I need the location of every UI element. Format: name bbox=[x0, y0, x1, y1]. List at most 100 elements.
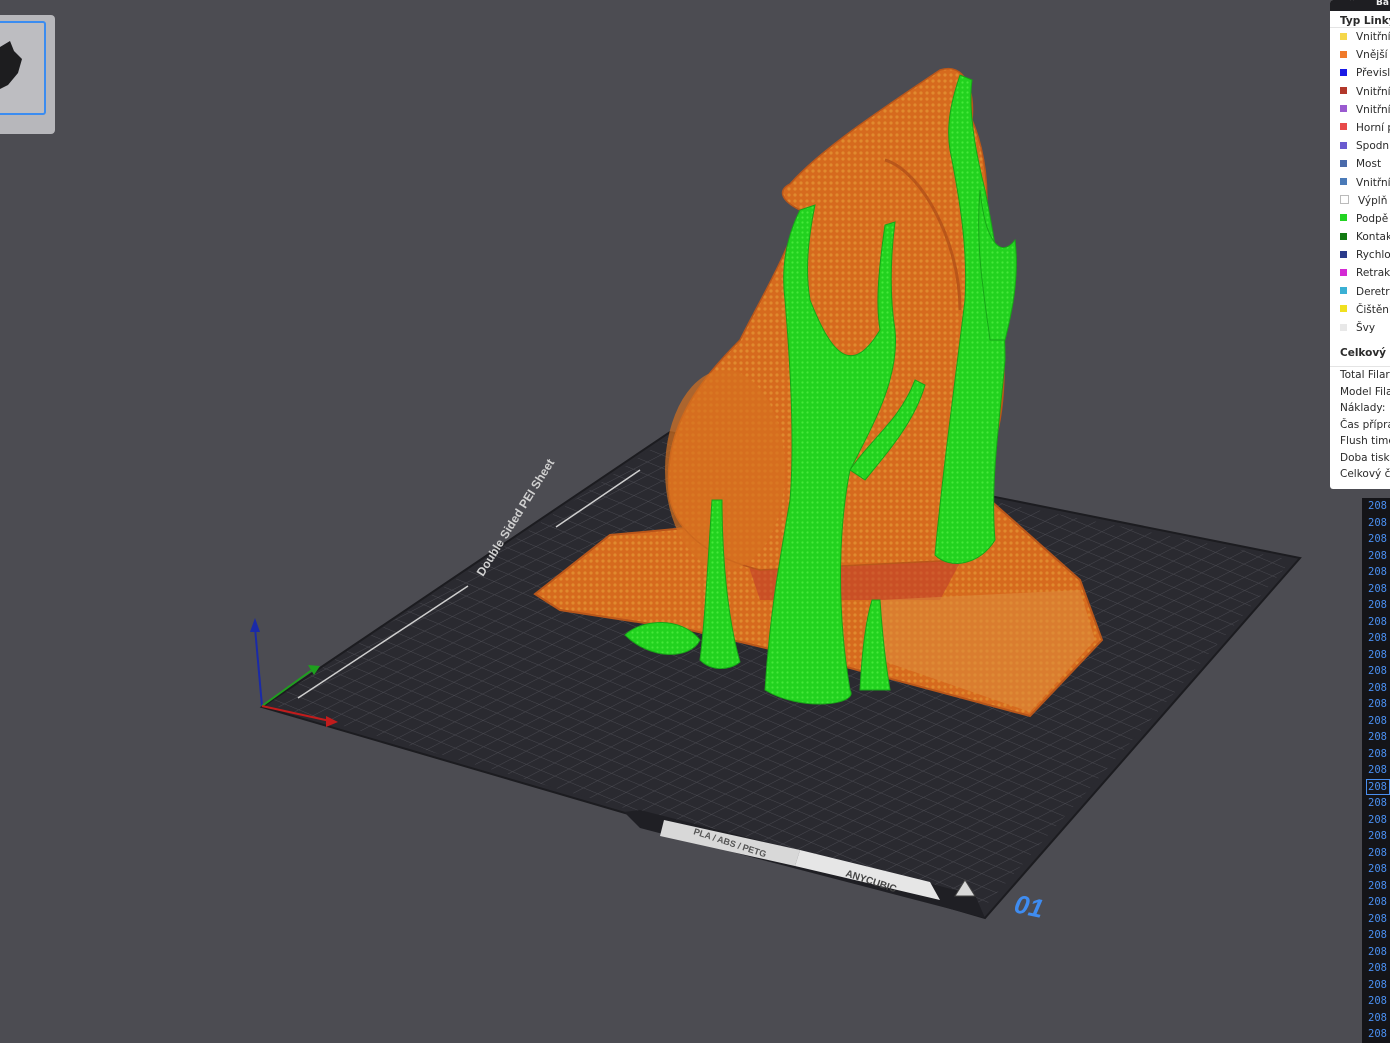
legend-item[interactable]: Vnitřní bbox=[1330, 174, 1390, 192]
summary-stat: Model Fila bbox=[1340, 385, 1390, 398]
gcode-line[interactable]: 208 bbox=[1362, 878, 1390, 895]
gcode-line[interactable]: 208 bbox=[1362, 927, 1390, 944]
legend-item[interactable]: Čištění bbox=[1330, 301, 1390, 319]
color-swatch-icon bbox=[1340, 68, 1347, 76]
legend-item[interactable]: Podpě bbox=[1330, 210, 1390, 228]
gcode-line[interactable]: 208 bbox=[1362, 581, 1390, 598]
gcode-line[interactable]: 208 bbox=[1362, 762, 1390, 779]
color-swatch-icon bbox=[1340, 87, 1347, 95]
gcode-line[interactable]: 208 bbox=[1362, 680, 1390, 697]
summary-stat: Celkový č bbox=[1340, 468, 1390, 481]
object-thumbnail[interactable] bbox=[0, 15, 55, 134]
color-swatch-icon bbox=[1340, 305, 1347, 313]
legend-item[interactable]: Převisl bbox=[1330, 64, 1390, 82]
legend-item[interactable]: Most bbox=[1330, 155, 1390, 173]
legend-item[interactable]: Deretr bbox=[1330, 283, 1390, 301]
legend-item[interactable]: Retrak bbox=[1330, 264, 1390, 282]
thumbnail-selected-frame bbox=[0, 21, 46, 115]
legend-item-label: Výplň r bbox=[1358, 194, 1390, 207]
3d-viewport[interactable]: Double Sided PEI Sheet PLA / ABS / PETG … bbox=[0, 0, 1390, 1043]
color-swatch-icon bbox=[1340, 159, 1347, 167]
gcode-line[interactable]: 208 bbox=[1362, 663, 1390, 680]
gcode-line[interactable]: 208 bbox=[1362, 861, 1390, 878]
plate-number: 01 bbox=[1012, 889, 1047, 924]
color-swatch-icon bbox=[1340, 250, 1347, 258]
gcode-line[interactable]: 208 bbox=[1362, 696, 1390, 713]
summary-stat: Doba tisku bbox=[1340, 451, 1390, 464]
legend-title: Ba bbox=[1376, 0, 1389, 8]
legend-panel: ⌃ Ba Typ Linky VnitřníVnější sPřevislVni… bbox=[1330, 0, 1390, 489]
legend-item[interactable]: Kontak bbox=[1330, 228, 1390, 246]
gcode-line[interactable]: 208 bbox=[1362, 828, 1390, 845]
gcode-line[interactable]: 208 bbox=[1362, 515, 1390, 532]
gcode-line[interactable]: 208 bbox=[1362, 498, 1390, 515]
gcode-line[interactable]: 208 bbox=[1362, 746, 1390, 763]
legend-item-label: Rychlo bbox=[1356, 249, 1390, 262]
gcode-line[interactable]: 208 bbox=[1362, 812, 1390, 829]
gcode-line-list[interactable]: 208 208 208 208 208 208 208 208 208 208 208 208 208 2… bbox=[1362, 498, 1390, 1043]
legend-item[interactable]: Švy bbox=[1330, 319, 1390, 337]
color-swatch-icon bbox=[1340, 214, 1347, 222]
gcode-line[interactable]: 208 bbox=[1362, 713, 1390, 730]
summary-header: Celkový c bbox=[1330, 337, 1390, 368]
color-swatch-icon bbox=[1340, 141, 1347, 149]
legend-item-label: Vnitřní bbox=[1356, 31, 1390, 43]
line-type-list: Vnitřní Vnější s Převisl Vnitřní Vnitřní Horn… bbox=[1330, 28, 1390, 337]
color-swatch-icon bbox=[1340, 50, 1347, 58]
legend-item[interactable]: Vnitřní bbox=[1330, 83, 1390, 101]
collapse-chevron-icon[interactable]: ⌃ bbox=[1348, 0, 1356, 8]
gcode-line[interactable]: 208 bbox=[1362, 1010, 1390, 1027]
gcode-line[interactable]: 208 bbox=[1362, 845, 1390, 862]
legend-item-label: Čištění bbox=[1356, 303, 1390, 316]
legend-item[interactable]: Spodní bbox=[1330, 137, 1390, 155]
legend-item[interactable]: Vnitřní bbox=[1330, 28, 1390, 46]
summary-stats: Total Filar Model Fila Náklady: Čas přípra F… bbox=[1330, 367, 1390, 483]
legend-topbar[interactable]: ⌃ Ba bbox=[1330, 0, 1390, 11]
legend-item-label: Retrak bbox=[1356, 267, 1390, 280]
legend-item-label: Vnitřní bbox=[1356, 85, 1390, 98]
legend-item[interactable]: Rychlo bbox=[1330, 246, 1390, 264]
gcode-line[interactable]: 208 bbox=[1362, 911, 1390, 928]
gcode-line[interactable]: 208 bbox=[1362, 614, 1390, 631]
legend-item[interactable]: Horní p bbox=[1330, 119, 1390, 137]
legend-item-label: Deretr bbox=[1356, 285, 1390, 298]
legend-item-label: Most bbox=[1356, 158, 1382, 171]
legend-item[interactable]: Vnější s bbox=[1330, 46, 1390, 64]
legend-item-label: Podpě bbox=[1356, 212, 1389, 225]
summary-stat: Flush time bbox=[1340, 435, 1390, 448]
gcode-line[interactable]: 208 bbox=[1362, 795, 1390, 812]
gcode-line[interactable]: 208 bbox=[1362, 564, 1390, 581]
legend-item[interactable]: Vnitřní bbox=[1330, 101, 1390, 119]
color-swatch-icon bbox=[1340, 195, 1349, 205]
summary-stat: Čas přípra bbox=[1340, 418, 1390, 431]
legend-item-label: Převisl bbox=[1356, 67, 1390, 80]
legend-item-label: Horní p bbox=[1356, 121, 1390, 134]
color-swatch-icon bbox=[1340, 268, 1347, 276]
color-swatch-icon bbox=[1340, 232, 1347, 240]
legend-item-label: Vnitřní bbox=[1356, 176, 1390, 189]
gcode-line[interactable]: 208 bbox=[1362, 894, 1390, 911]
color-swatch-icon bbox=[1340, 32, 1347, 40]
legend-item-label: Vnitřní bbox=[1356, 103, 1390, 116]
legend-item-label: Vnější s bbox=[1356, 49, 1390, 62]
gcode-line[interactable]: 208 bbox=[1362, 630, 1390, 647]
color-swatch-icon bbox=[1340, 178, 1347, 185]
gcode-line[interactable]: 208 bbox=[1362, 977, 1390, 994]
color-swatch-icon bbox=[1340, 105, 1347, 113]
gcode-line[interactable]: 208 bbox=[1362, 647, 1390, 664]
gcode-line[interactable]: 208 bbox=[1366, 778, 1390, 795]
legend-item-label: Spodní bbox=[1356, 140, 1390, 153]
wolf-model-icon bbox=[0, 41, 22, 89]
gcode-line[interactable]: 208 bbox=[1362, 597, 1390, 614]
gcode-line[interactable]: 208 bbox=[1362, 1026, 1390, 1043]
sliced-model-preview[interactable] bbox=[533, 67, 1104, 718]
gcode-line[interactable]: 208 bbox=[1362, 944, 1390, 961]
legend-item[interactable]: Výplň r bbox=[1330, 192, 1390, 210]
summary-stat: Náklady: bbox=[1340, 402, 1386, 415]
gcode-line[interactable]: 208 bbox=[1362, 960, 1390, 977]
gcode-line[interactable]: 208 bbox=[1362, 548, 1390, 565]
gcode-line[interactable]: 208 bbox=[1362, 993, 1390, 1010]
gcode-line[interactable]: 208 bbox=[1362, 531, 1390, 548]
gcode-line[interactable]: 208 bbox=[1362, 729, 1390, 746]
legend-item-label: Kontak bbox=[1356, 231, 1390, 244]
